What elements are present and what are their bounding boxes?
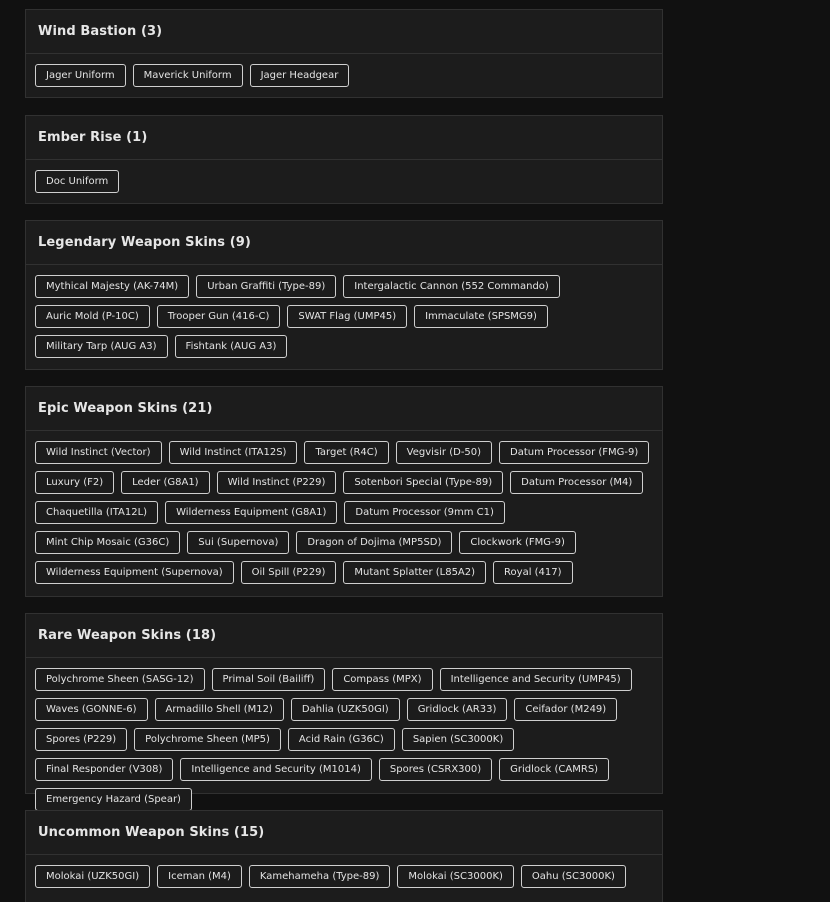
item-tag[interactable]: Dahlia (UZK50GI) xyxy=(290,698,400,721)
section-header: Wind Bastion (3) xyxy=(26,10,662,54)
item-tag[interactable]: Chaquetilla (ITA12L) xyxy=(35,501,159,524)
item-tag[interactable]: Wilderness Equipment (G8A1) xyxy=(165,501,338,524)
item-tag[interactable]: Gridlock (CAMRS) xyxy=(499,758,610,781)
item-tag[interactable]: Sotenbori Special (Type-89) xyxy=(343,471,504,494)
item-tag[interactable]: Polychrome Sheen (MP5) xyxy=(134,728,281,751)
item-tag[interactable]: Spores (CSRX300) xyxy=(378,758,493,781)
item-tag[interactable]: Doc Uniform xyxy=(35,170,120,193)
item-tag[interactable]: Vegvisir (D-50) xyxy=(395,441,493,464)
tag-list: Jager Uniform Maverick Uniform Jager Headg… xyxy=(26,54,662,87)
item-tag[interactable]: Polychrome Sheen (SASG-12) xyxy=(35,668,205,691)
item-tag[interactable]: Wild Instinct (ITA12S) xyxy=(168,441,298,464)
tag-list: Doc Uniform xyxy=(26,160,662,193)
item-tag[interactable]: Dragon of Dojima (MP5SD) xyxy=(296,531,453,554)
item-tag[interactable]: Ceifador (M249) xyxy=(514,698,618,721)
section-header: Legendary Weapon Skins (9) xyxy=(26,221,662,265)
item-tag[interactable]: Intelligence and Security (M1014) xyxy=(180,758,372,781)
item-tag[interactable]: Military Tarp (AUG A3) xyxy=(35,335,168,358)
item-tag[interactable]: Kamehameha (Type-89) xyxy=(248,865,391,888)
section-title: Wind Bastion (3) xyxy=(38,24,163,39)
section-title: Ember Rise (1) xyxy=(38,130,148,145)
section-title: Legendary Weapon Skins (9) xyxy=(38,235,251,250)
item-tag[interactable]: Oahu (SC3000K) xyxy=(520,865,626,888)
item-tag[interactable]: Luxury (F2) xyxy=(35,471,115,494)
item-tag[interactable]: SWAT Flag (UMP45) xyxy=(287,305,408,328)
section-title: Uncommon Weapon Skins (15) xyxy=(38,825,265,840)
item-tag[interactable]: Compass (MPX) xyxy=(332,668,433,691)
item-tag[interactable]: Datum Processor (FMG-9) xyxy=(499,441,650,464)
item-tag[interactable]: Mint Chip Mosaic (G36C) xyxy=(35,531,181,554)
item-tag[interactable]: Mythical Majesty (AK-74M) xyxy=(35,275,190,298)
item-tag[interactable]: Maverick Uniform xyxy=(132,64,243,87)
item-tag[interactable]: Acid Rain (G36C) xyxy=(287,728,395,751)
item-tag[interactable]: Oil Spill (P229) xyxy=(240,561,337,584)
item-tag[interactable]: Molokai (SC3000K) xyxy=(397,865,514,888)
item-tag[interactable]: Fishtank (AUG A3) xyxy=(174,335,288,358)
item-tag[interactable]: Final Responder (V308) xyxy=(35,758,174,781)
item-tag[interactable]: Molokai (UZK50GI) xyxy=(35,865,151,888)
section-panel-ember-rise: Ember Rise (1) Doc Uniform xyxy=(25,115,663,204)
section-panel-uncommon-weapon-skins: Uncommon Weapon Skins (15) Molokai (UZK50… xyxy=(25,810,663,902)
section-header: Rare Weapon Skins (18) xyxy=(26,614,662,658)
item-tag[interactable]: Auric Mold (P-10C) xyxy=(35,305,150,328)
item-tag[interactable]: Wild Instinct (P229) xyxy=(216,471,337,494)
item-tag[interactable]: Iceman (M4) xyxy=(157,865,242,888)
item-tag[interactable]: Sui (Supernova) xyxy=(187,531,290,554)
item-tag[interactable]: Jager Headgear xyxy=(249,64,350,87)
item-tag[interactable]: Mutant Splatter (L85A2) xyxy=(343,561,487,584)
page-root: Wind Bastion (3) Jager Uniform Maverick Un… xyxy=(0,0,830,902)
section-header: Ember Rise (1) xyxy=(26,116,662,160)
tag-list: Mythical Majesty (AK-74M) Urban Graffiti … xyxy=(26,265,662,358)
item-tag[interactable]: Spores (P229) xyxy=(35,728,128,751)
section-panel-wind-bastion: Wind Bastion (3) Jager Uniform Maverick Un… xyxy=(25,9,663,98)
item-tag[interactable]: Royal (417) xyxy=(493,561,573,584)
item-tag[interactable]: Waves (GONNE-6) xyxy=(35,698,148,721)
section-title: Epic Weapon Skins (21) xyxy=(38,401,213,416)
section-header: Epic Weapon Skins (21) xyxy=(26,387,662,431)
item-tag[interactable]: Jager Uniform xyxy=(35,64,126,87)
section-header: Uncommon Weapon Skins (15) xyxy=(26,811,662,855)
item-tag[interactable]: Intergalactic Cannon (552 Commando) xyxy=(343,275,560,298)
section-panel-legendary-weapon-skins: Legendary Weapon Skins (9) Mythical Majes… xyxy=(25,220,663,370)
tag-list: Molokai (UZK50GI) Iceman (M4) Kamehameha (… xyxy=(26,855,662,888)
item-tag[interactable]: Wilderness Equipment (Supernova) xyxy=(35,561,234,584)
item-tag[interactable]: Target (R4C) xyxy=(304,441,389,464)
section-panel-rare-weapon-skins: Rare Weapon Skins (18) Polychrome Sheen (… xyxy=(25,613,663,811)
item-tag[interactable]: Emergency Hazard (Spear) xyxy=(35,788,192,811)
item-tag[interactable]: Intelligence and Security (UMP45) xyxy=(439,668,632,691)
item-tag[interactable]: Immaculate (SPSMG9) xyxy=(414,305,548,328)
section-title: Rare Weapon Skins (18) xyxy=(38,628,217,643)
item-tag[interactable]: Clockwork (FMG-9) xyxy=(459,531,576,554)
tag-list: Wild Instinct (Vector) Wild Instinct (ITA… xyxy=(26,431,662,584)
item-tag[interactable]: Trooper Gun (416-C) xyxy=(156,305,281,328)
item-tag[interactable]: Primal Soil (Bailiff) xyxy=(211,668,326,691)
item-tag[interactable]: Gridlock (AR33) xyxy=(406,698,508,721)
item-tag[interactable]: Urban Graffiti (Type-89) xyxy=(196,275,337,298)
item-tag[interactable]: Leder (G8A1) xyxy=(121,471,210,494)
section-panel-epic-weapon-skins: Epic Weapon Skins (21) Wild Instinct (Vec… xyxy=(25,386,663,597)
item-tag[interactable]: Datum Processor (9mm C1) xyxy=(344,501,505,524)
item-tag[interactable]: Armadillo Shell (M12) xyxy=(154,698,284,721)
item-tag[interactable]: Sapien (SC3000K) xyxy=(401,728,515,751)
item-tag[interactable]: Wild Instinct (Vector) xyxy=(35,441,162,464)
tag-list: Polychrome Sheen (SASG-12) Primal Soil (B… xyxy=(26,658,662,811)
item-tag[interactable]: Datum Processor (M4) xyxy=(510,471,644,494)
